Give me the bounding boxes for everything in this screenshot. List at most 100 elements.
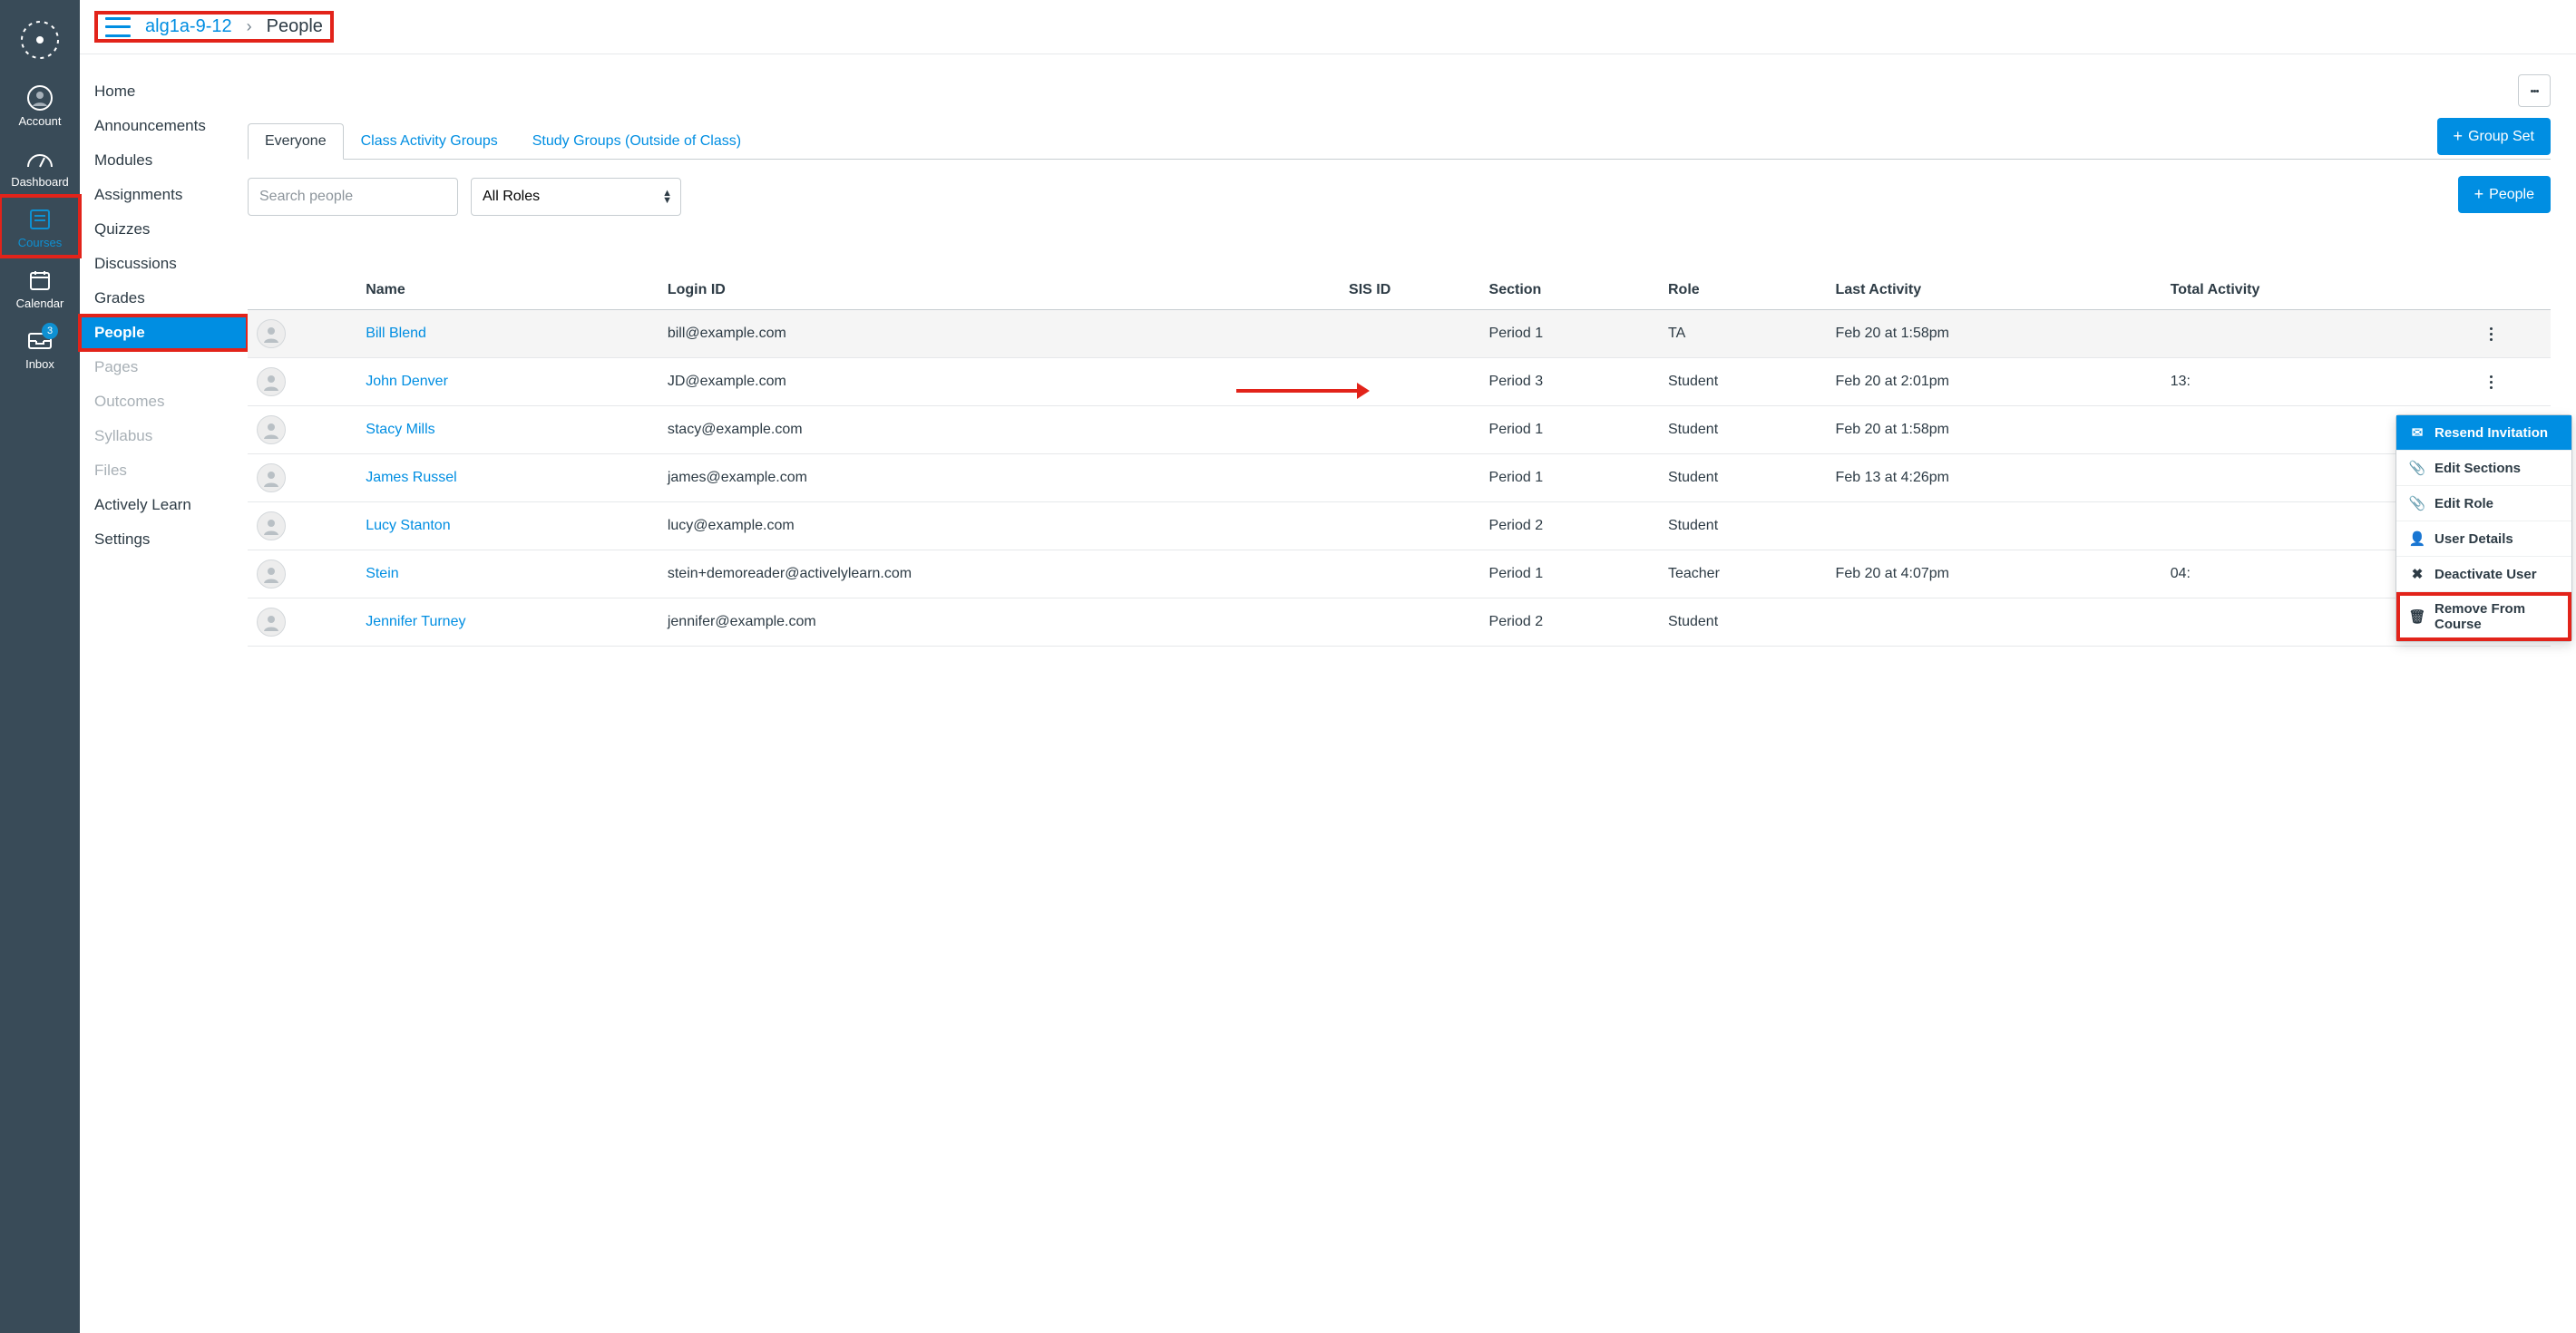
avatar xyxy=(257,511,286,540)
section: Period 2 xyxy=(1480,502,1659,550)
row-options-button[interactable] xyxy=(2482,374,2500,390)
sis-id xyxy=(1340,406,1480,454)
add-people-label: People xyxy=(2489,187,2534,203)
role: Student xyxy=(1659,406,1827,454)
last-activity: Feb 13 at 4:26pm xyxy=(1827,454,2161,502)
person-name-link[interactable]: Bill Blend xyxy=(366,326,426,341)
nav-inbox[interactable]: 3 Inbox xyxy=(0,317,80,378)
th-last: Last Activity xyxy=(1827,271,2161,310)
nav-courses-label: Courses xyxy=(18,236,62,249)
nav-account[interactable]: Account xyxy=(0,74,80,135)
section: Period 1 xyxy=(1480,454,1659,502)
login-id: JD@example.com xyxy=(659,358,1340,406)
section: Period 1 xyxy=(1480,406,1659,454)
menu-edit-role[interactable]: 📎 Edit Role xyxy=(2396,486,2571,521)
user-x-icon: ✖ xyxy=(2409,566,2425,582)
login-id: stein+demoreader@activelylearn.com xyxy=(659,550,1340,598)
person-name-link[interactable]: John Denver xyxy=(366,374,448,389)
nav-courses[interactable]: Courses xyxy=(0,196,80,257)
last-activity: Feb 20 at 1:58pm xyxy=(1827,310,2161,358)
th-role: Role xyxy=(1659,271,1827,310)
annotation-arrow-icon xyxy=(1236,389,1359,393)
sis-id xyxy=(1340,454,1480,502)
nav-calendar[interactable]: Calendar xyxy=(0,257,80,317)
course-nav-announcements[interactable]: Announcements xyxy=(80,109,248,143)
role: TA xyxy=(1659,310,1827,358)
nav-dashboard-label: Dashboard xyxy=(11,175,69,189)
course-nav-quizzes[interactable]: Quizzes xyxy=(80,212,248,247)
course-nav-files[interactable]: Files xyxy=(80,453,248,488)
breadcrumb-course[interactable]: alg1a-9-12 xyxy=(145,16,232,37)
role: Student xyxy=(1659,502,1827,550)
total-activity xyxy=(2161,310,2473,358)
login-id: jennifer@example.com xyxy=(659,598,1340,647)
nav-dashboard[interactable]: Dashboard xyxy=(0,135,80,196)
row-options-button[interactable] xyxy=(2482,326,2500,342)
breadcrumb-bar: alg1a-9-12 › People xyxy=(80,0,2576,54)
role: Student xyxy=(1659,358,1827,406)
search-people-input[interactable] xyxy=(248,178,458,216)
menu-user-details[interactable]: 👤 User Details xyxy=(2396,521,2571,557)
course-nav-modules[interactable]: Modules xyxy=(80,143,248,178)
table-row: Lucy Stantonlucy@example.comPeriod 2Stud… xyxy=(248,502,2551,550)
tab-class-activity-groups[interactable]: Class Activity Groups xyxy=(344,123,515,160)
th-name: Name xyxy=(356,271,659,310)
nav-inbox-label: Inbox xyxy=(25,357,54,371)
menu-remove-from-course[interactable]: 🗑 Remove From Course xyxy=(2396,592,2571,641)
add-people-button[interactable]: + People xyxy=(2458,176,2551,213)
person-name-link[interactable]: James Russel xyxy=(366,470,456,485)
breadcrumb-separator-icon: › xyxy=(247,17,252,36)
course-nav-grades[interactable]: Grades xyxy=(80,281,248,316)
course-nav-settings[interactable]: Settings xyxy=(80,522,248,557)
person-name-link[interactable]: Stein xyxy=(366,566,398,581)
course-nav-assignments[interactable]: Assignments xyxy=(80,178,248,212)
hamburger-icon[interactable] xyxy=(105,17,131,37)
nav-account-label: Account xyxy=(19,114,62,128)
menu-deactivate-user[interactable]: ✖ Deactivate User xyxy=(2396,557,2571,592)
course-nav-people[interactable]: People xyxy=(80,316,248,350)
tab-everyone[interactable]: Everyone xyxy=(248,123,344,160)
page-options-button[interactable] xyxy=(2518,74,2551,107)
menu-resend-label: Resend Invitation xyxy=(2435,425,2548,441)
last-activity xyxy=(1827,598,2161,647)
menu-resend-invitation[interactable]: ✉ Resend Invitation xyxy=(2396,415,2571,451)
course-nav-home[interactable]: Home xyxy=(80,74,248,109)
canvas-logo-icon[interactable] xyxy=(15,15,65,65)
th-total: Total Activity xyxy=(2161,271,2473,310)
person-name-link[interactable]: Jennifer Turney xyxy=(366,614,465,629)
menu-edit-sections[interactable]: 📎 Edit Sections xyxy=(2396,451,2571,486)
course-nav-outcomes[interactable]: Outcomes xyxy=(80,384,248,419)
section: Period 2 xyxy=(1480,598,1659,647)
login-id: stacy@example.com xyxy=(659,406,1340,454)
plus-icon: + xyxy=(2474,185,2484,204)
course-nav-discussions[interactable]: Discussions xyxy=(80,247,248,281)
table-row: Steinstein+demoreader@activelylearn.comP… xyxy=(248,550,2551,598)
person-name-link[interactable]: Lucy Stanton xyxy=(366,518,450,533)
sis-id xyxy=(1340,550,1480,598)
trash-icon: 🗑 xyxy=(2409,608,2425,625)
menu-user-details-label: User Details xyxy=(2435,531,2513,547)
role: Teacher xyxy=(1659,550,1827,598)
course-nav: HomeAnnouncementsModulesAssignmentsQuizz… xyxy=(80,54,248,1333)
section: Period 1 xyxy=(1480,310,1659,358)
tab-study-groups[interactable]: Study Groups (Outside of Class) xyxy=(515,123,758,160)
user-icon: 👤 xyxy=(2409,530,2425,547)
calendar-icon xyxy=(28,266,52,295)
page-body: Everyone Class Activity Groups Study Gro… xyxy=(248,54,2576,1333)
mail-icon: ✉ xyxy=(2409,424,2425,441)
total-activity: 13: xyxy=(2161,358,2473,406)
table-row: Bill Blendbill@example.comPeriod 1TAFeb … xyxy=(248,310,2551,358)
th-sis: SIS ID xyxy=(1340,271,1480,310)
menu-edit-role-label: Edit Role xyxy=(2435,496,2493,511)
course-nav-syllabus[interactable]: Syllabus xyxy=(80,419,248,453)
add-group-set-button[interactable]: +Group Set xyxy=(2437,118,2551,155)
course-nav-actively-learn[interactable]: Actively Learn xyxy=(80,488,248,522)
person-name-link[interactable]: Stacy Mills xyxy=(366,422,434,437)
course-nav-pages[interactable]: Pages xyxy=(80,350,248,384)
menu-deactivate-label: Deactivate User xyxy=(2435,567,2537,582)
menu-edit-sections-label: Edit Sections xyxy=(2435,461,2521,476)
role-filter-select[interactable]: All Roles xyxy=(471,178,681,216)
avatar xyxy=(257,415,286,444)
sis-id xyxy=(1340,502,1480,550)
menu-remove-label: Remove From Course xyxy=(2435,601,2559,632)
